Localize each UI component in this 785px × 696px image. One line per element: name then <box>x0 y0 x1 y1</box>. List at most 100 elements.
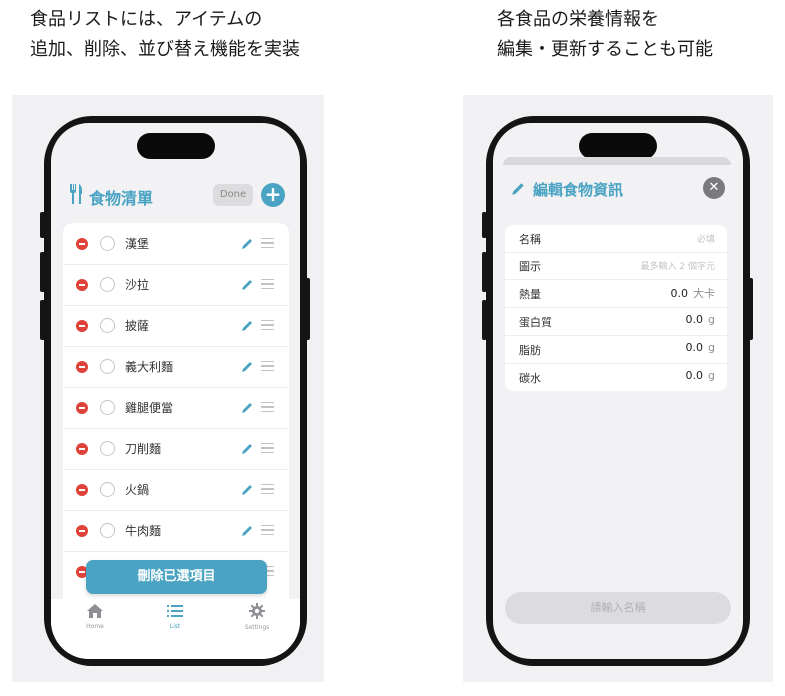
list-item[interactable]: 義大利麵 <box>63 346 289 388</box>
delete-selected-button[interactable]: 刪除已選項目 <box>86 560 267 594</box>
form-row-name[interactable]: 名稱 必填 <box>505 225 727 253</box>
form-row-carbs[interactable]: 碳水 0.0 g <box>505 364 727 391</box>
left-caption-line-1: 食品リストには、アイテムの <box>30 9 263 30</box>
delete-minus-icon[interactable] <box>76 361 88 373</box>
delete-minus-icon[interactable] <box>76 238 88 250</box>
list-item[interactable]: 沙拉 <box>63 264 289 306</box>
drag-handle-icon[interactable] <box>261 238 274 251</box>
select-radio[interactable] <box>100 400 115 415</box>
drag-handle-icon[interactable] <box>261 320 274 333</box>
calories-input[interactable]: 0.0 大卡 <box>671 285 716 301</box>
item-label: 雞腿便當 <box>125 401 174 415</box>
pencil-icon[interactable] <box>241 235 254 254</box>
drag-handle-icon[interactable] <box>261 402 274 415</box>
tab-settings[interactable]: Settings <box>227 603 287 631</box>
field-label: 脂肪 <box>519 344 541 357</box>
page-title: 編輯食物資訊 <box>533 181 624 199</box>
list-header: 食物清單 Done + <box>51 167 300 223</box>
drag-handle-icon[interactable] <box>261 484 274 497</box>
form-row-fat[interactable]: 脂肪 0.0 g <box>505 336 727 364</box>
field-label: 蛋白質 <box>519 316 552 329</box>
page-title: 食物清單 <box>89 189 154 208</box>
field-value: 0.0 <box>685 313 704 326</box>
item-label: 火鍋 <box>125 483 150 497</box>
drag-handle-icon[interactable] <box>261 361 274 374</box>
select-radio[interactable] <box>100 523 115 538</box>
carbs-input[interactable]: 0.0 g <box>686 369 715 382</box>
field-label: 碳水 <box>519 372 541 385</box>
pencil-icon[interactable] <box>241 317 254 336</box>
drag-handle-icon[interactable] <box>261 525 274 538</box>
pencil-icon <box>511 181 526 200</box>
field-value: 0.0 <box>685 369 704 382</box>
delete-minus-icon[interactable] <box>76 402 88 414</box>
field-unit: g <box>708 369 715 382</box>
tab-home-label: Home <box>86 623 104 630</box>
list-item[interactable]: 披薩 <box>63 305 289 347</box>
list-item[interactable]: 刀削麵 <box>63 428 289 470</box>
select-radio[interactable] <box>100 318 115 333</box>
field-label: 名稱 <box>519 233 541 246</box>
list-item[interactable]: 雞腿便當 <box>63 387 289 429</box>
add-item-button[interactable]: + <box>261 183 285 207</box>
drag-handle-icon[interactable] <box>261 279 274 292</box>
field-label: 圖示 <box>519 260 541 273</box>
form-row-icon[interactable]: 圖示 最多輸入 2 個字元 <box>505 252 727 280</box>
list-icon <box>167 605 183 617</box>
tab-list[interactable]: List <box>145 603 205 630</box>
pencil-icon[interactable] <box>241 522 254 541</box>
delete-minus-icon[interactable] <box>76 525 88 537</box>
field-label: 熱量 <box>519 288 541 301</box>
dynamic-island <box>579 133 657 159</box>
drag-handle-icon[interactable] <box>261 443 274 456</box>
list-item[interactable]: 火鍋 <box>63 469 289 511</box>
item-label: 漢堡 <box>125 237 150 251</box>
form-row-protein[interactable]: 蛋白質 0.0 g <box>505 308 727 336</box>
select-radio[interactable] <box>100 277 115 292</box>
delete-minus-icon[interactable] <box>76 279 88 291</box>
item-label: 義大利麵 <box>125 360 174 374</box>
tab-home[interactable]: Home <box>65 603 125 630</box>
delete-minus-icon[interactable] <box>76 320 88 332</box>
close-icon[interactable]: ✕ <box>703 177 725 199</box>
list-item[interactable]: 牛肉麵 <box>63 510 289 552</box>
nutrition-form: 名稱 必填 圖示 最多輸入 2 個字元 熱量 0.0 大卡 蛋白質 0.0 g 脂肪… <box>505 225 727 391</box>
list-item[interactable]: 漢堡 <box>63 223 289 265</box>
field-value: 0.0 <box>670 287 689 300</box>
pencil-icon[interactable] <box>241 358 254 377</box>
edit-screen: 編輯食物資訊 ✕ 名稱 必填 圖示 最多輸入 2 個字元 熱量 0.0 大卡 蛋白… <box>493 123 743 659</box>
protein-input[interactable]: 0.0 g <box>686 313 715 326</box>
list-screen: 食物清單 Done + 漢堡 沙拉 披薩 義大利麵 雞腿便當 刀削麵 火鍋 牛肉… <box>51 123 300 659</box>
pencil-icon[interactable] <box>241 440 254 459</box>
fat-input[interactable]: 0.0 g <box>686 341 715 354</box>
item-label: 刀削麵 <box>125 442 162 456</box>
icon-input[interactable]: 最多輸入 2 個字元 <box>641 259 715 272</box>
submit-button[interactable]: 請輸入名稱 <box>505 592 731 624</box>
form-row-calories[interactable]: 熱量 0.0 大卡 <box>505 280 727 308</box>
right-phone: 編輯食物資訊 ✕ 名稱 必填 圖示 最多輸入 2 個字元 熱量 0.0 大卡 蛋白… <box>486 116 750 666</box>
gear-icon <box>249 603 265 619</box>
delete-minus-icon[interactable] <box>76 443 88 455</box>
item-label: 披薩 <box>125 319 150 333</box>
pencil-icon[interactable] <box>241 481 254 500</box>
pencil-icon[interactable] <box>241 399 254 418</box>
field-unit: 大卡 <box>693 287 715 300</box>
name-input[interactable]: 必填 <box>697 232 715 245</box>
item-label: 沙拉 <box>125 278 150 292</box>
select-radio[interactable] <box>100 482 115 497</box>
tab-list-label: List <box>169 623 181 630</box>
dynamic-island <box>137 133 215 159</box>
done-button[interactable]: Done <box>213 184 253 206</box>
sheet-edge <box>503 157 731 165</box>
tab-bar: Home List Settings <box>51 599 300 653</box>
pencil-icon[interactable] <box>241 276 254 295</box>
right-caption-line-1: 各食品の栄養情報を <box>497 9 659 30</box>
select-radio[interactable] <box>100 236 115 251</box>
fork-knife-icon <box>69 184 83 208</box>
select-radio[interactable] <box>100 359 115 374</box>
home-icon <box>87 604 103 618</box>
delete-minus-icon[interactable] <box>76 484 88 496</box>
select-radio[interactable] <box>100 441 115 456</box>
left-caption-line-2: 追加、削除、並び替え機能を実装 <box>30 39 300 60</box>
right-caption: 各食品の栄養情報を 編集・更新することも可能 <box>497 5 713 65</box>
